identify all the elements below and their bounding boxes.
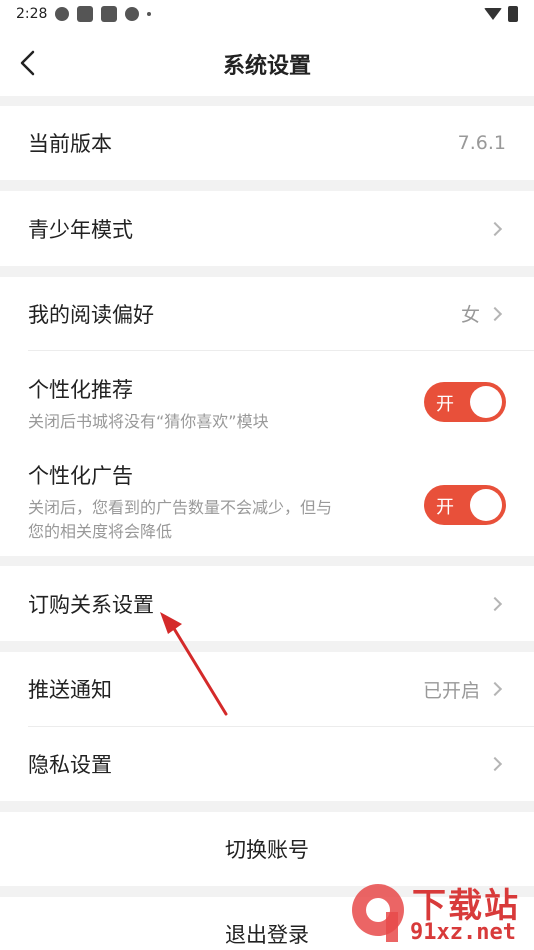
version-label: 当前版本 — [28, 132, 112, 156]
push-notification-row[interactable]: 推送通知 已开启 — [0, 652, 534, 726]
wifi-icon — [484, 8, 502, 20]
more-notifications-icon — [147, 12, 152, 16]
personal-ad-row: 个性化广告 关闭后，您看到的广告数量不会减少，但与 您的相关度将会降低 开 — [28, 460, 506, 544]
preference-section: 我的阅读偏好 女 个性化推荐 关闭后书城将没有“猜你喜欢”模块 开 个性化广告 … — [0, 277, 534, 556]
battery-icon — [508, 6, 518, 22]
toggle-knob — [470, 386, 502, 418]
toggle-on-label: 开 — [436, 497, 454, 518]
reading-preference-row[interactable]: 我的阅读偏好 女 — [0, 277, 534, 350]
chevron-right-icon — [487, 306, 503, 321]
reading-preference-value: 女 — [460, 304, 480, 326]
watermark-bottom-text: 91xz.net — [410, 920, 516, 945]
chevron-right-icon — [487, 221, 503, 236]
personal-ad-desc-line2: 您的相关度将会降低 — [28, 522, 173, 541]
version-value: 7.6.1 — [457, 132, 506, 154]
watermark-logo-icon — [352, 884, 404, 942]
chevron-right-icon — [487, 681, 503, 697]
version-row: 当前版本 7.6.1 — [0, 106, 534, 180]
teen-section: 青少年模式 — [0, 191, 534, 266]
teen-mode-label: 青少年模式 — [28, 217, 133, 242]
divider — [28, 350, 534, 351]
toggle-on-label: 开 — [436, 394, 454, 415]
subscription-section: 订购关系设置 — [0, 566, 534, 641]
notification-icon — [101, 6, 118, 22]
header: 系统设置 — [0, 28, 534, 96]
teen-mode-row[interactable]: 青少年模式 — [0, 191, 534, 266]
personal-recommend-row: 个性化推荐 关闭后书城将没有“猜你喜欢”模块 开 — [28, 374, 506, 434]
privacy-label: 隐私设置 — [28, 752, 112, 777]
version-section: 当前版本 7.6.1 — [0, 106, 534, 180]
notification-icon — [55, 7, 70, 21]
push-notification-label: 推送通知 — [28, 678, 112, 702]
switch-account-section: 切换账号 — [0, 812, 534, 886]
personal-ad-title: 个性化广告 — [28, 464, 133, 488]
personal-recommend-toggle[interactable]: 开 — [424, 382, 506, 422]
subscription-row[interactable]: 订购关系设置 — [0, 566, 534, 641]
chevron-right-icon — [487, 756, 503, 771]
notification-privacy-section: 推送通知 已开启 隐私设置 — [0, 652, 534, 801]
page-title: 系统设置 — [222, 54, 311, 79]
status-time: 2:28 — [16, 6, 48, 22]
privacy-row[interactable]: 隐私设置 — [0, 726, 534, 801]
notification-icon — [125, 7, 140, 21]
personal-ad-toggle[interactable]: 开 — [424, 485, 506, 525]
subscription-label: 订购关系设置 — [28, 592, 154, 617]
toggle-knob — [470, 489, 502, 521]
reading-preference-label: 我的阅读偏好 — [28, 302, 154, 327]
status-bar: 2:28 — [0, 0, 534, 28]
chevron-right-icon — [487, 596, 503, 611]
notification-icon — [77, 6, 94, 22]
push-notification-value: 已开启 — [422, 679, 480, 702]
switch-account-button[interactable]: 切换账号 — [0, 812, 534, 886]
watermark: 下载站 91xz.net — [348, 878, 528, 948]
